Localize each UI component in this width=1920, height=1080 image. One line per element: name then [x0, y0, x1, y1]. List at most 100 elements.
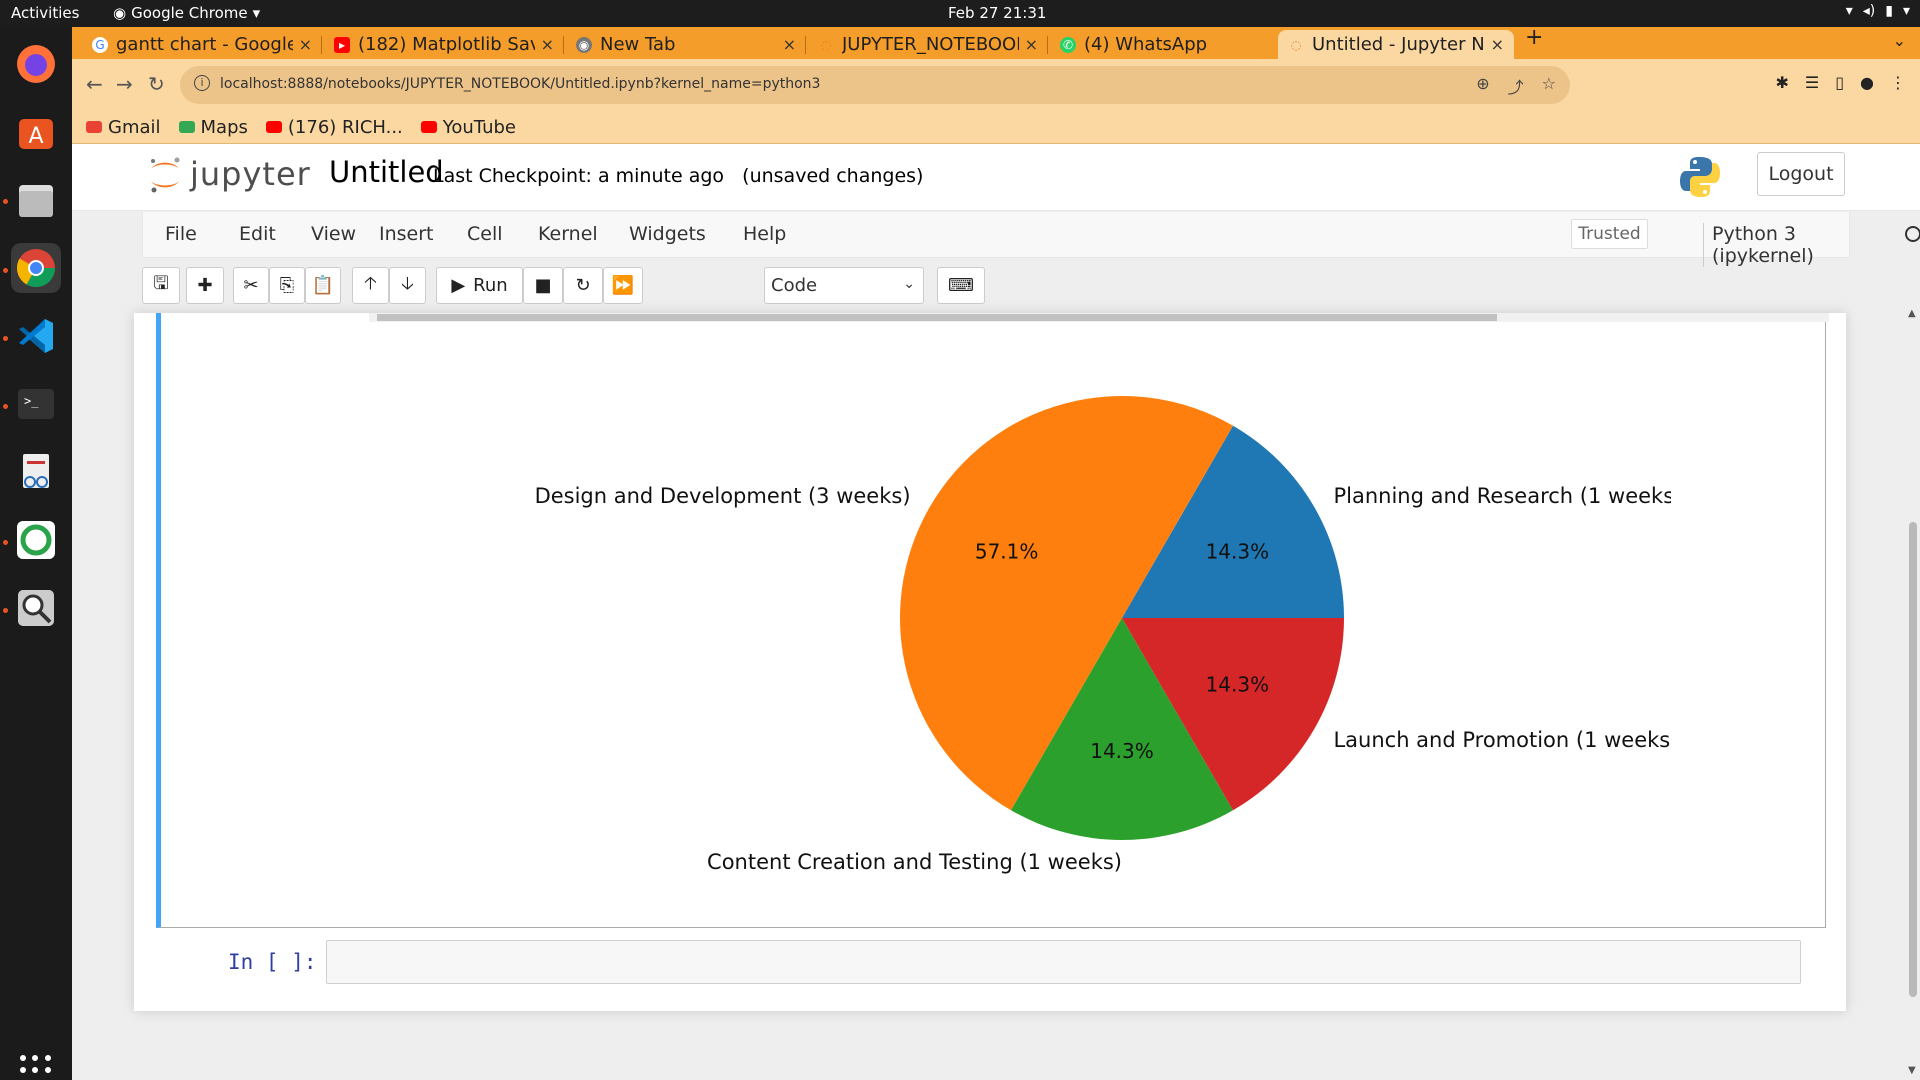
menu-cell[interactable]: Cell [467, 223, 503, 245]
chrome-icon[interactable] [11, 243, 61, 293]
document-viewer-icon[interactable] [11, 447, 61, 497]
clock[interactable]: Feb 27 21:31 [948, 4, 1046, 22]
close-icon[interactable]: × [783, 35, 796, 54]
cut-button[interactable]: ✂ [233, 267, 269, 304]
close-icon[interactable]: × [299, 35, 312, 54]
save-icon: 🖫 [153, 272, 169, 294]
scroll-up-icon[interactable]: ▲ [1908, 308, 1916, 319]
interrupt-button[interactable]: ■ [523, 267, 563, 304]
tab-title: Untitled - Jupyter No [1312, 34, 1485, 55]
close-icon[interactable]: × [541, 35, 554, 54]
side-panel-icon[interactable]: ▯ [1835, 73, 1844, 92]
logout-button[interactable]: Logout [1757, 152, 1845, 196]
reload-icon[interactable]: ↻ [148, 72, 165, 96]
back-icon[interactable]: ← [86, 72, 103, 96]
kernel-name[interactable]: Python 3 (ipykernel) [1703, 223, 1849, 267]
command-palette-button[interactable]: ⌨ [937, 267, 985, 304]
bookmark-label: (176) RICH... [287, 116, 403, 138]
reading-list-icon[interactable]: ☰ [1805, 73, 1819, 92]
browser-tab-active[interactable]: ◌ Untitled - Jupyter No × [1278, 30, 1514, 59]
jupyter-header: jupyter Untitled Last Checkpoint: a minu… [72, 145, 1920, 211]
tab-title: New Tab [600, 34, 676, 55]
restart-button[interactable]: ↻ [563, 267, 603, 304]
close-icon[interactable]: × [1025, 35, 1038, 54]
trusted-indicator[interactable]: Trusted [1571, 219, 1648, 249]
dock: A >_ [0, 27, 72, 1080]
terminal-icon[interactable]: >_ [11, 379, 61, 429]
scrollbar-thumb[interactable] [1909, 522, 1917, 997]
software-center-icon[interactable]: A [11, 107, 61, 157]
vscode-icon[interactable] [11, 311, 61, 361]
zoom-icon[interactable]: ⊕ [1476, 74, 1489, 98]
bookmark-star-icon[interactable]: ☆ [1542, 74, 1556, 98]
move-down-button[interactable]: 🡣 [389, 267, 426, 304]
chrome-icon: ◉ [576, 36, 592, 53]
checkpoint-text: Last Checkpoint: a minute ago [433, 165, 725, 187]
tab-search-icon[interactable]: ⌄ [1893, 31, 1906, 50]
youtube-icon: ▸ [334, 36, 350, 53]
address-bar[interactable]: i localhost:8888/notebooks/JUPYTER_NOTEB… [180, 66, 1570, 104]
show-apps-icon[interactable] [20, 1055, 52, 1080]
bookmark-rich[interactable]: (176) RICH... [265, 116, 403, 138]
activities-button[interactable]: Activities [11, 4, 79, 22]
menu-help[interactable]: Help [743, 223, 786, 245]
jupyter-wordmark: jupyter [190, 155, 311, 193]
python-logo-icon [1680, 157, 1720, 197]
svg-text:>_: >_ [24, 394, 39, 408]
menu-kernel[interactable]: Kernel [538, 223, 598, 245]
notebook-name[interactable]: Untitled [329, 155, 444, 189]
share-icon[interactable]: ⤴ [1508, 74, 1524, 98]
bookmark-maps[interactable]: Maps [178, 117, 248, 138]
output-cell[interactable]: 14.3% Planning and Research (1 weeks) 57.1… [156, 313, 1829, 928]
extensions-icon[interactable]: ✱ [1775, 73, 1788, 92]
system-tray[interactable]: ▾ ◂) ▮ ▾ [1846, 3, 1910, 19]
copy-icon: ⎘ [279, 275, 295, 296]
page-scrollbar[interactable]: ▲ ▼ [1906, 308, 1918, 1080]
cell-type-select[interactable]: Code ⌄ [764, 267, 924, 304]
site-info-icon[interactable]: i [194, 75, 210, 91]
paste-button[interactable]: 📋 [305, 267, 341, 304]
youtube-icon [420, 121, 437, 133]
magnifier-icon[interactable] [11, 583, 61, 633]
run-button[interactable]: ▶ Run [436, 267, 523, 304]
cell-type-value: Code [771, 275, 818, 296]
browser-tab[interactable]: ◌ JUPYTER_NOTEBOOK × [808, 30, 1048, 59]
copy-button[interactable]: ⎘ [269, 267, 305, 304]
browser-tab[interactable]: ▸ (182) Matplotlib Sav × [324, 30, 564, 59]
app-menu[interactable]: ◉ Google Chrome ▾ [113, 4, 260, 22]
input-cell[interactable]: In [ ]: [156, 936, 1826, 986]
fast-forward-icon: ⏩ [611, 275, 635, 296]
app-ring-icon[interactable] [11, 515, 61, 565]
tab-title: JUPYTER_NOTEBOOK [842, 34, 1019, 55]
move-up-button[interactable]: 🡡 [352, 267, 389, 304]
menu-view[interactable]: View [311, 223, 356, 245]
jupyter-logo[interactable]: jupyter [148, 153, 311, 195]
scroll-down-icon[interactable]: ▼ [1908, 1065, 1916, 1076]
close-icon[interactable]: × [1491, 35, 1504, 54]
chevron-down-icon: ⌄ [903, 276, 915, 292]
horizontal-scrollbar[interactable] [369, 313, 1829, 322]
menu-file[interactable]: File [165, 223, 197, 245]
code-input[interactable] [326, 940, 1801, 984]
bookmark-youtube[interactable]: YouTube [420, 117, 516, 138]
save-button[interactable]: 🖫 [142, 267, 180, 304]
restart-run-all-button[interactable]: ⏩ [603, 267, 643, 304]
more-menu-icon[interactable]: ⋮ [1890, 73, 1906, 92]
bookmark-gmail[interactable]: Gmail [86, 117, 161, 138]
insert-cell-button[interactable]: ✚ [186, 267, 224, 304]
files-icon[interactable] [11, 175, 61, 225]
browser-tab[interactable]: G gantt chart - Google × [82, 30, 322, 59]
google-icon: G [92, 36, 108, 53]
menu-widgets[interactable]: Widgets [629, 223, 706, 245]
browser-tab[interactable]: ◉ New Tab × [566, 30, 806, 59]
menu-edit[interactable]: Edit [239, 223, 276, 245]
battery-icon: ▮ [1885, 3, 1893, 19]
new-tab-button[interactable]: + [1525, 25, 1543, 50]
firefox-icon[interactable] [11, 39, 61, 89]
menu-insert[interactable]: Insert [379, 223, 434, 245]
profile-avatar[interactable]: ● [1860, 73, 1874, 92]
unsaved-changes: (unsaved changes) [742, 165, 924, 187]
tab-title: gantt chart - Google [116, 34, 293, 55]
forward-icon[interactable]: → [116, 72, 133, 96]
menu-bar: File Edit View Insert Cell Kernel Widget… [142, 212, 1920, 267]
